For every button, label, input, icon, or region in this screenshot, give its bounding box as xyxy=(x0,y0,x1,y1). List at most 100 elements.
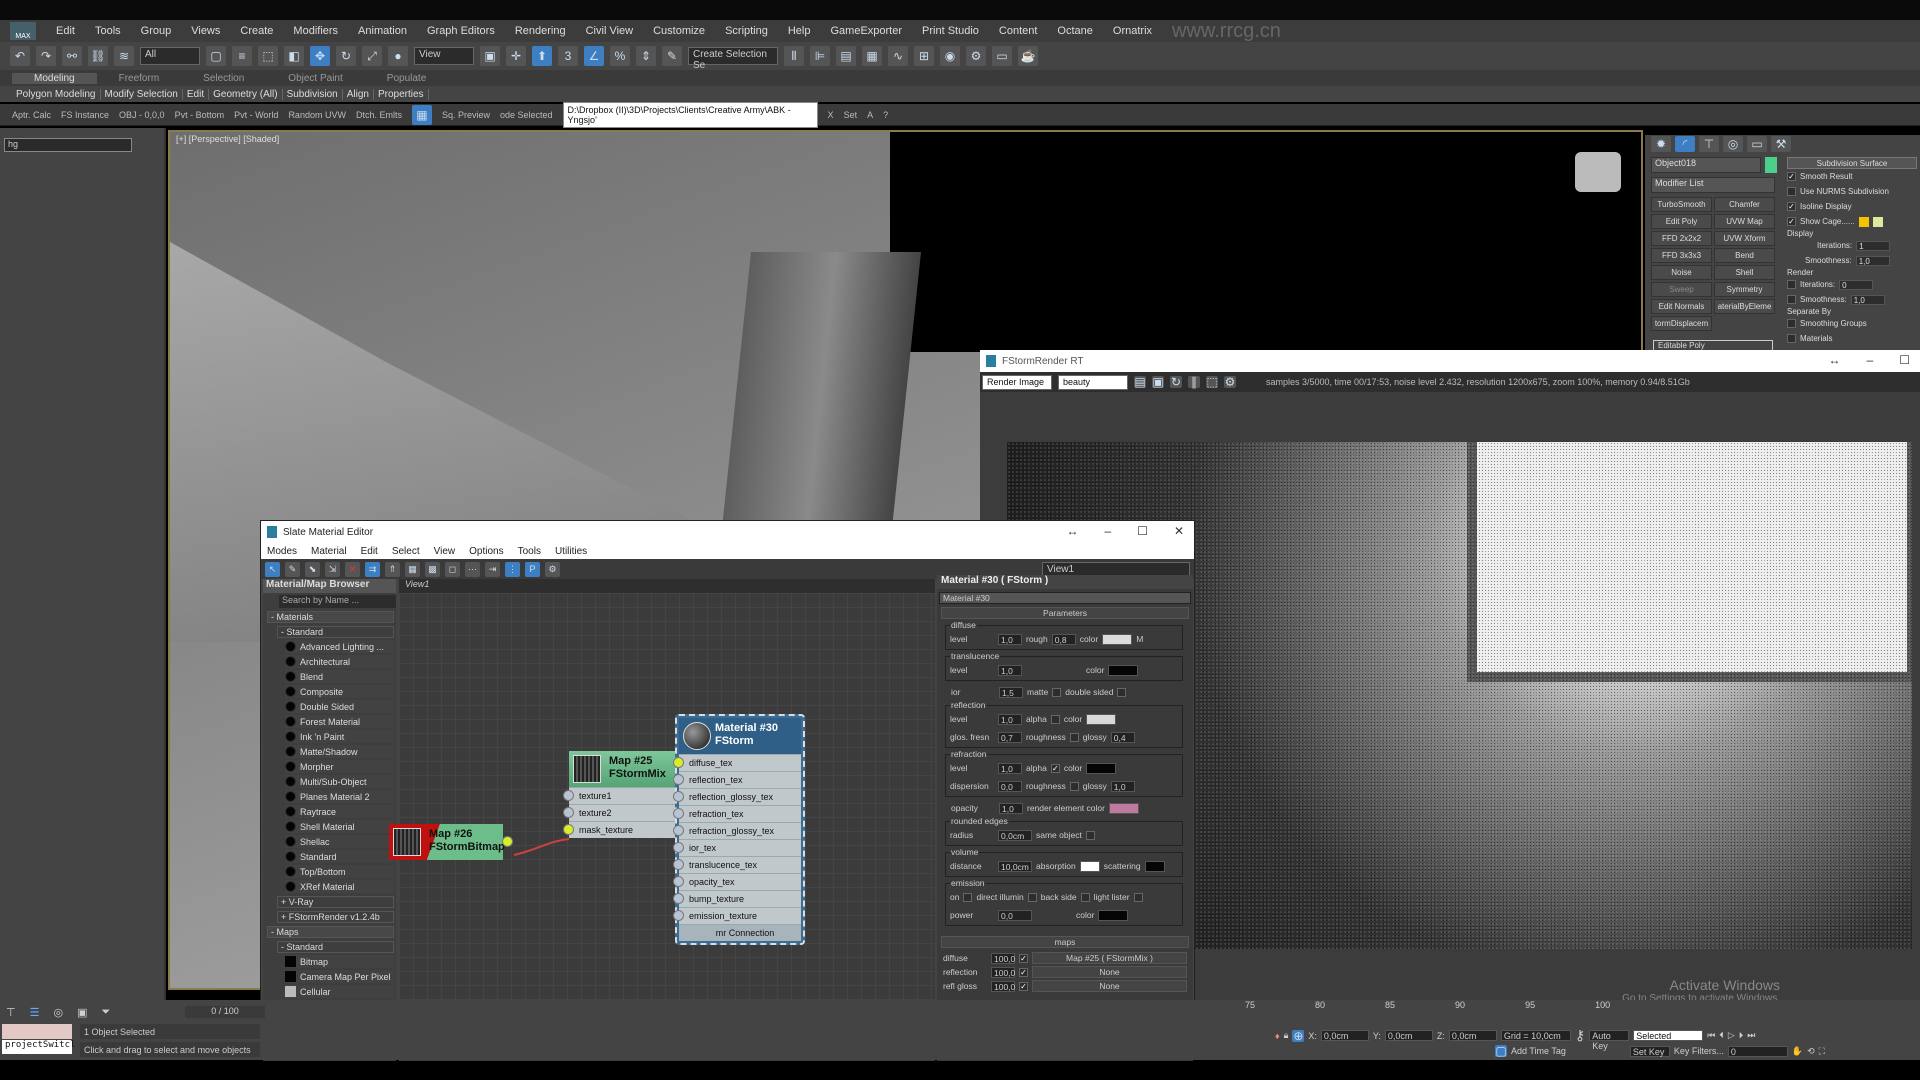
project-path-field[interactable]: D:\Dropbox (II)\3D\Projects\Clients\Crea… xyxy=(562,101,818,128)
mask-texture-port[interactable] xyxy=(563,824,574,835)
menu-octane[interactable]: Octane xyxy=(1057,25,1092,37)
browser-search-input[interactable]: Search by Name ... xyxy=(279,595,396,608)
layer-icon[interactable]: ▤ xyxy=(836,46,856,66)
direct-illum-checkbox[interactable] xyxy=(1027,892,1037,902)
texture2-port[interactable] xyxy=(563,807,574,818)
slot-input-port[interactable] xyxy=(673,825,684,836)
key-mode-dropdown[interactable]: Selected xyxy=(1633,1030,1704,1041)
move-children-icon[interactable]: ⇉ xyxy=(365,561,380,577)
selection-filter-dropdown[interactable]: All xyxy=(140,47,200,65)
script-sq-preview[interactable]: Sq. Preview xyxy=(442,110,490,120)
browser-material-item[interactable]: Planes Material 2 xyxy=(285,790,394,803)
dispersion-spinner[interactable]: 0,0 xyxy=(998,780,1022,792)
map-amount-spinner[interactable]: 100,0 xyxy=(991,966,1015,978)
cage-selected-color-swatch[interactable] xyxy=(1872,216,1883,227)
pivot-icon[interactable]: ▣ xyxy=(480,46,500,66)
map-enabled-checkbox[interactable]: ✓ xyxy=(1019,967,1028,977)
diffuse-color-swatch[interactable] xyxy=(1102,633,1133,645)
minimize-button[interactable]: – xyxy=(1104,524,1111,538)
prev-frame-icon[interactable]: ⏴ xyxy=(1719,1030,1724,1041)
browser-material-item[interactable]: Blend xyxy=(285,670,394,683)
save-image-icon[interactable]: ▤ xyxy=(1134,375,1146,389)
tab-modeling[interactable]: Modeling xyxy=(12,72,97,84)
mod-symmetry[interactable]: Symmetry xyxy=(1714,282,1775,297)
curve-editor-icon[interactable]: ∿ xyxy=(888,46,908,66)
parameters-rollout[interactable]: Parameters xyxy=(941,607,1189,619)
script-aptr-calc[interactable]: Aptr. Calc xyxy=(12,110,51,120)
smooth-result-checkbox[interactable]: ✓ xyxy=(1787,172,1796,181)
menu-rendering[interactable]: Rendering xyxy=(515,25,566,37)
glos-fresn-spinner[interactable]: 0,7 xyxy=(998,731,1022,743)
script-icon[interactable]: ▦ xyxy=(411,104,432,125)
slate-menu-options[interactable]: Options xyxy=(469,546,503,557)
browser-material-item[interactable]: Multi/Sub-Object xyxy=(285,775,394,788)
slate-menu-view[interactable]: View xyxy=(434,546,456,557)
select-by-name-icon[interactable]: ≡ xyxy=(232,46,252,66)
time-tag-icon[interactable]: ▢ xyxy=(1495,1044,1507,1058)
script-fs-instance[interactable]: FS Instance xyxy=(61,110,109,120)
object-color-swatch[interactable] xyxy=(1765,157,1777,173)
map-slot-button[interactable]: None xyxy=(1032,980,1187,992)
scattering-color-swatch[interactable] xyxy=(1144,860,1165,872)
menu-scripting[interactable]: Scripting xyxy=(725,25,768,37)
path-help-button[interactable]: ? xyxy=(883,110,888,120)
undo-icon[interactable]: ↶ xyxy=(10,46,30,66)
map-enabled-checkbox[interactable]: ✓ xyxy=(1019,981,1028,991)
node-map26[interactable]: Map #26 FStormBitmap xyxy=(389,824,513,860)
mat30-slot-reflection-tex[interactable]: reflection_tex xyxy=(673,771,801,788)
refraction-roughness-checkbox[interactable] xyxy=(1069,781,1079,791)
mod-noise[interactable]: Noise xyxy=(1651,265,1712,280)
window-crossing-icon[interactable]: ◧ xyxy=(284,46,304,66)
show-map-icon[interactable]: ▦ xyxy=(405,561,420,577)
slate-titlebar[interactable]: Slate Material Editor ↔ – ☐ ✕ xyxy=(261,521,1194,543)
mod-bend[interactable]: Bend xyxy=(1714,248,1775,263)
emission-color-swatch[interactable] xyxy=(1098,909,1129,921)
background-icon[interactable]: ▩ xyxy=(425,561,440,577)
maxscript-listener[interactable] xyxy=(2,1024,72,1039)
menu-views[interactable]: Views xyxy=(191,25,220,37)
diffuse-map-button[interactable]: M xyxy=(1136,634,1143,644)
panel-modify-selection[interactable]: Modify Selection xyxy=(101,88,183,100)
scale-icon[interactable]: ⤢ xyxy=(362,46,382,66)
render-window-titlebar[interactable]: FStormRender RT ↔ – ☐ xyxy=(980,350,1920,372)
isolate-icon[interactable]: ♦ xyxy=(1275,1031,1280,1041)
browser-material-item[interactable]: Advanced Lighting ... xyxy=(285,640,394,653)
script-pvt-bottom[interactable]: Pvt - Bottom xyxy=(175,110,225,120)
browser-material-item[interactable]: Ink 'n Paint xyxy=(285,730,394,743)
map-amount-spinner[interactable]: 100,0 xyxy=(991,980,1015,992)
browser-material-item[interactable]: Shellac xyxy=(285,835,394,848)
render-iterations-checkbox[interactable] xyxy=(1787,280,1796,289)
path-set-button[interactable]: Set xyxy=(844,110,858,120)
refresh-icon[interactable]: ↻ xyxy=(1170,375,1182,389)
browser-material-item[interactable]: Double Sided xyxy=(285,700,394,713)
diffuse-level-spinner[interactable]: 1,0 xyxy=(998,633,1022,645)
menu-gameexporter[interactable]: GameExporter xyxy=(830,25,902,37)
panel-edit[interactable]: Edit xyxy=(183,88,210,100)
absorption-color-swatch[interactable] xyxy=(1079,860,1100,872)
next-frame-icon[interactable]: ⏵ xyxy=(1739,1030,1744,1041)
ior-spinner[interactable]: 1,5 xyxy=(999,686,1023,698)
layout-icon[interactable]: ◻ xyxy=(445,561,460,577)
menu-tools[interactable]: Tools xyxy=(95,25,121,37)
redo-icon[interactable]: ↷ xyxy=(36,46,56,66)
materials-standard-group[interactable]: - Standard xyxy=(277,626,394,638)
play-icon[interactable]: ▷ xyxy=(1728,1030,1735,1041)
slot-input-port[interactable] xyxy=(673,791,684,802)
browser-material-item[interactable]: Composite xyxy=(285,685,394,698)
motion-tab-icon[interactable]: ◎ xyxy=(1723,136,1743,152)
go-to-end-icon[interactable]: ⏭ xyxy=(1747,1030,1755,1041)
refraction-color-swatch[interactable] xyxy=(1086,762,1117,774)
opacity-spinner[interactable]: 1,0 xyxy=(999,802,1023,814)
emission-on-checkbox[interactable] xyxy=(963,892,973,902)
app-logo[interactable]: MAX xyxy=(10,22,36,40)
close-button[interactable]: ✕ xyxy=(1174,524,1184,538)
edit-named-sel-icon[interactable]: ✎ xyxy=(662,46,682,66)
rect-selection-icon[interactable]: ⬚ xyxy=(258,46,278,66)
translucence-color-swatch[interactable] xyxy=(1108,664,1139,676)
browser-material-item[interactable]: Architectural xyxy=(285,655,394,668)
menu-group[interactable]: Group xyxy=(141,25,172,37)
create-tab-icon[interactable]: ✹ xyxy=(1651,136,1671,152)
mat30-slot-refraction-glossy-tex[interactable]: refraction_glossy_tex xyxy=(673,822,801,839)
put-to-scene-icon[interactable]: ⬊ xyxy=(305,561,320,577)
go-to-start-icon[interactable]: ⏮ xyxy=(1707,1030,1715,1041)
